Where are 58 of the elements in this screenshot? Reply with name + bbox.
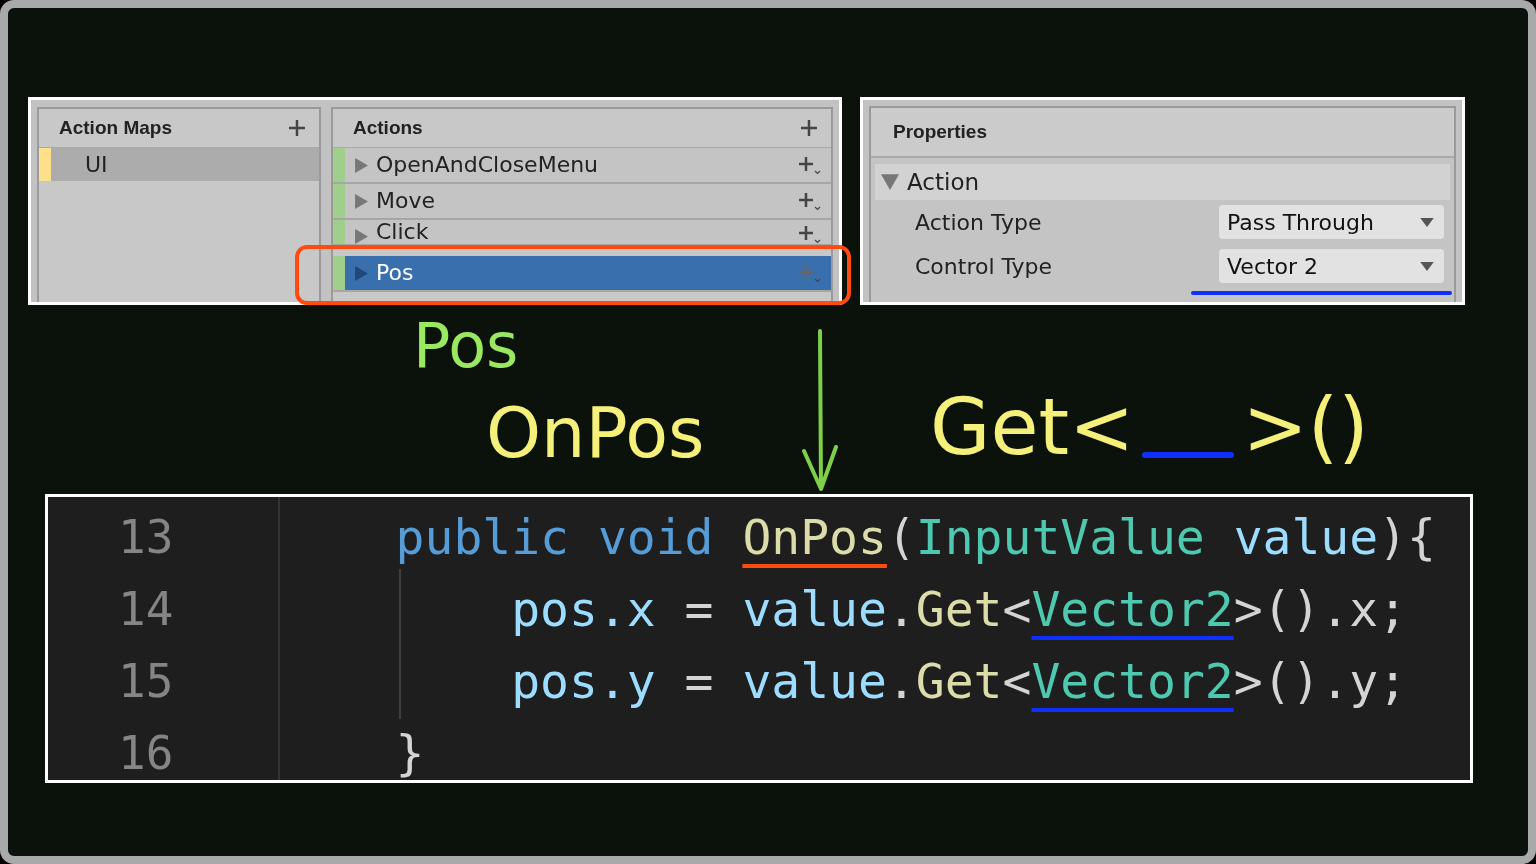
action-map-item[interactable]: UI (39, 148, 319, 181)
code-token: pos.x (510, 581, 656, 637)
expand-arrow-icon[interactable] (881, 174, 899, 190)
add-binding-icon[interactable] (797, 191, 821, 211)
code-token: value (742, 653, 887, 709)
add-binding-icon[interactable] (797, 155, 821, 175)
panel-title: Properties (893, 121, 987, 143)
caret-icon (1420, 217, 1434, 227)
line-number: 14 (117, 581, 175, 638)
handwritten-note: Pos (413, 315, 519, 377)
code-token: OnPos (742, 509, 887, 565)
code-token: >().y; (1233, 653, 1408, 709)
code-token: < (1002, 581, 1032, 637)
code-token: >().x; (1233, 581, 1408, 637)
line-number: 13 (117, 509, 175, 566)
code-token: = (683, 581, 715, 637)
expand-arrow-icon[interactable] (355, 265, 368, 281)
field-label: Control Type (915, 253, 1053, 279)
add-binding-icon[interactable] (797, 224, 821, 244)
handwritten-note: OnPos (486, 398, 705, 468)
blank-line-icon (1142, 450, 1235, 460)
field-label: Action Type (915, 209, 1042, 235)
action-item[interactable]: Click (333, 220, 831, 246)
add-icon[interactable] (287, 118, 307, 138)
add-icon[interactable] (799, 118, 819, 138)
code-token: = (683, 653, 715, 709)
code-token: Vector2 (1031, 653, 1234, 709)
expand-arrow-icon[interactable] (355, 193, 368, 209)
code-token: . (886, 653, 916, 709)
code-token: InputValue (915, 509, 1205, 565)
line-number: 15 (117, 653, 175, 710)
code-token: ){ (1378, 509, 1436, 565)
expand-arrow-icon[interactable] (355, 157, 368, 173)
dropdown[interactable]: Pass Through (1219, 205, 1444, 239)
expand-arrow-icon[interactable] (355, 229, 368, 244)
foldout-header[interactable]: Action (875, 164, 1450, 200)
code-token: value (1232, 509, 1379, 565)
panel-title: Action Maps (59, 117, 172, 139)
handwritten-note: Get< (930, 388, 1135, 466)
line-number: 16 (117, 725, 175, 782)
panel-title: Actions (353, 117, 423, 139)
code-token: value (742, 581, 887, 637)
code-token: < (1002, 653, 1032, 709)
handwritten-note: >() (1242, 388, 1369, 466)
action-item[interactable]: Move (333, 184, 831, 220)
code-token: } (394, 725, 425, 781)
action-item[interactable]: Pos (333, 256, 831, 292)
code-token: . (886, 581, 916, 637)
code-token: pos.y (510, 653, 656, 709)
code-token: Get (915, 581, 1003, 637)
action-item[interactable]: OpenAndCloseMenu (333, 148, 831, 184)
code-token: Vector2 (1031, 581, 1234, 637)
down-arrow-icon (800, 329, 840, 494)
caret-icon (1420, 261, 1434, 271)
dropdown[interactable]: Vector 2 (1219, 249, 1444, 283)
code-token: public void (394, 509, 715, 565)
code-token: ( (886, 509, 916, 565)
code-token: Get (915, 653, 1003, 709)
